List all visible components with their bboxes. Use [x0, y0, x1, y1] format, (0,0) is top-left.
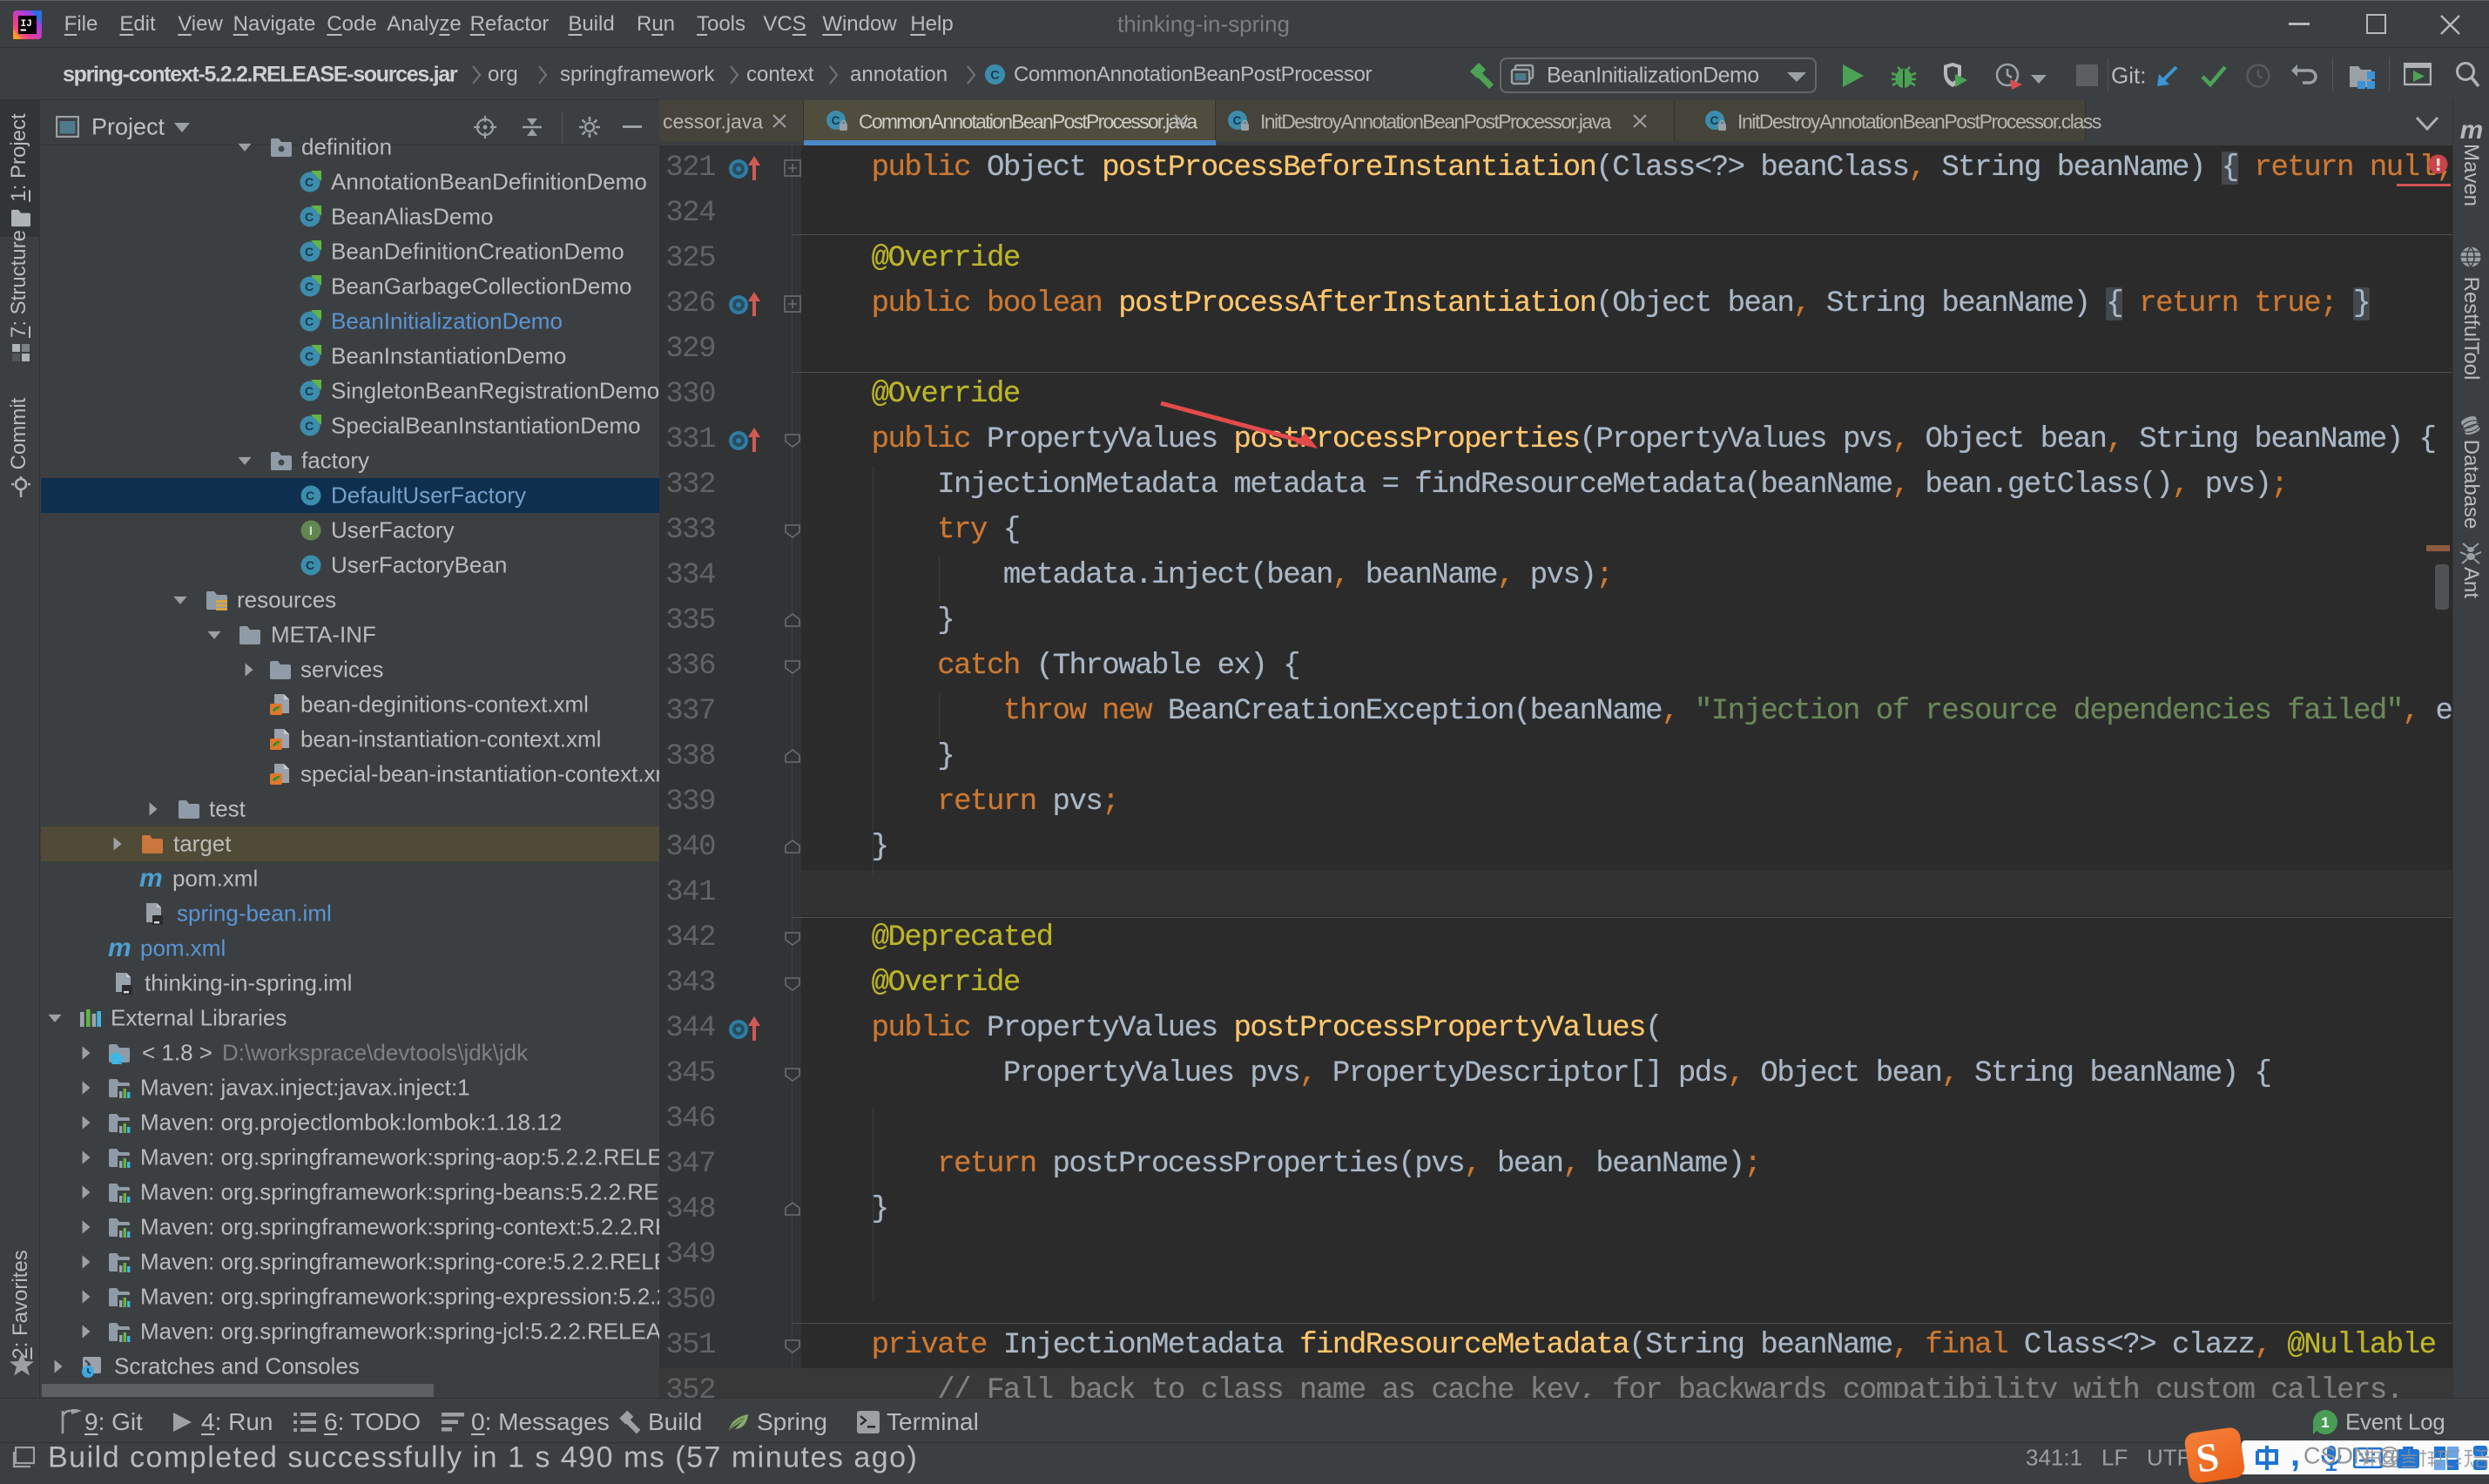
svg-text:C: C: [306, 558, 314, 572]
svg-text:C: C: [305, 175, 314, 189]
svg-text:IJ: IJ: [21, 19, 32, 30]
svg-text:C: C: [832, 114, 840, 127]
svg-text:C: C: [305, 419, 314, 433]
svg-text:C: C: [305, 314, 314, 328]
svg-text:C: C: [305, 210, 314, 224]
svg-text:C: C: [305, 280, 314, 293]
svg-text:C: C: [305, 245, 314, 259]
svg-text:C: C: [306, 489, 314, 503]
svg-text:C: C: [1233, 114, 1242, 127]
svg-text:C: C: [1710, 114, 1719, 127]
svg-text:C: C: [305, 349, 314, 363]
svg-text:1: 1: [2321, 1414, 2329, 1431]
svg-text:C: C: [990, 69, 1000, 83]
svg-text:C: C: [305, 384, 314, 398]
svg-text:I: I: [309, 523, 313, 537]
